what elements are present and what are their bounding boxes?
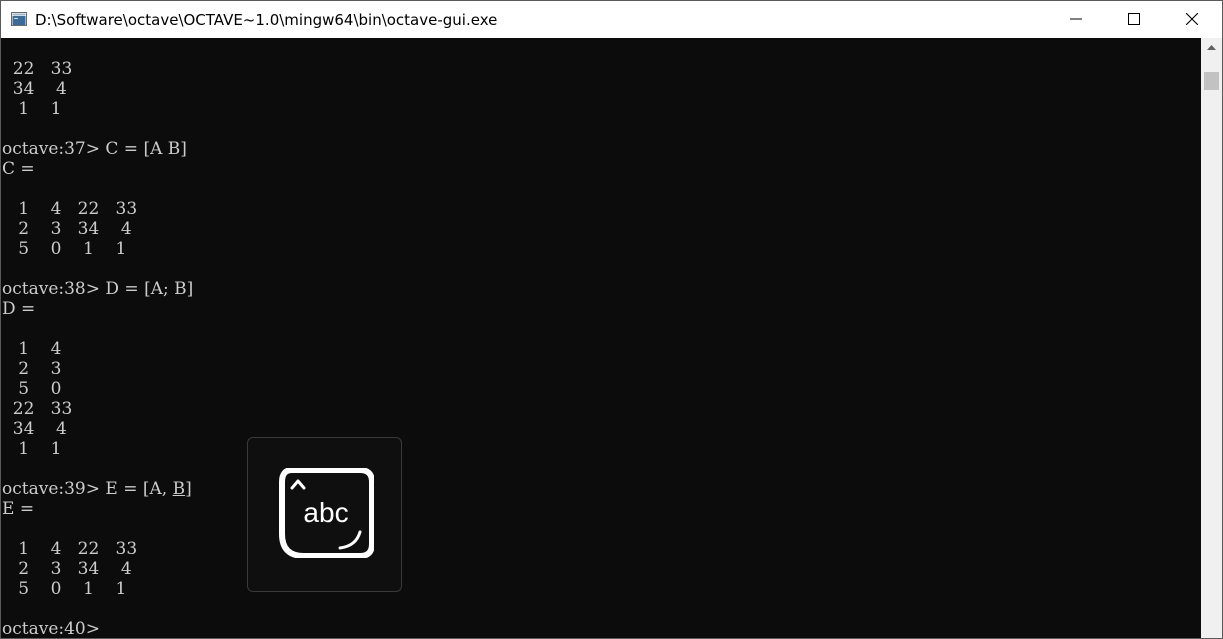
console-line: 5 0: [2, 379, 62, 399]
vertical-scrollbar[interactable]: [1201, 38, 1222, 638]
scroll-up-arrow-icon[interactable]: [1201, 38, 1222, 55]
scroll-thumb[interactable]: [1204, 72, 1219, 90]
console-line: 2 3 34 4: [2, 219, 132, 239]
console-line: 2 3 34 4: [2, 559, 132, 579]
console-line: 22 33: [2, 399, 73, 419]
console-line: 1 4: [2, 339, 62, 359]
console-line: E =: [2, 499, 35, 519]
console-line: 1 1: [2, 439, 62, 459]
console-line: 1 4 22 33: [2, 539, 138, 559]
minimize-icon: [1070, 11, 1082, 29]
console-line: 5 0 1 1: [2, 579, 127, 599]
console-output[interactable]: 22 33 34 4 1 1 octave:37> C = [A B] C = 1 …: [1, 38, 1201, 638]
console-line: 5 0 1 1: [2, 239, 127, 259]
console-text: 22 33 34 4 1 1 octave:37> C = [A B] C = 1 …: [2, 59, 193, 638]
octave-console-window: D:\Software\octave\OCTAVE~1.0\mingw64\bi…: [0, 0, 1223, 639]
console-line: octave:37> C = [A B]: [2, 139, 187, 159]
console-line: C =: [2, 159, 35, 179]
maximize-button[interactable]: [1105, 1, 1163, 38]
minimize-button[interactable]: [1047, 1, 1105, 38]
close-button[interactable]: [1163, 1, 1221, 38]
console-line: 1 1: [2, 99, 62, 119]
console-line: octave:40>: [2, 619, 100, 638]
console-line: D =: [2, 299, 36, 319]
title-bar[interactable]: D:\Software\octave\OCTAVE~1.0\mingw64\bi…: [1, 1, 1222, 38]
text-cursor: B: [172, 479, 186, 499]
window-title: D:\Software\octave\OCTAVE~1.0\mingw64\bi…: [35, 11, 498, 29]
console-line: octave:39> E = [A, B]: [2, 479, 192, 499]
console-line: 34 4: [2, 419, 67, 439]
ime-mode-popup: abc: [247, 437, 402, 592]
console-line: 22 33: [2, 59, 73, 79]
console-line: 1 4 22 33: [2, 199, 138, 219]
close-icon: [1185, 11, 1199, 29]
ime-mode-label: abc: [303, 497, 349, 528]
console-window-icon: [11, 12, 27, 26]
console-line: 34 4: [2, 79, 67, 99]
console-line: 2 3: [2, 359, 62, 379]
maximize-icon: [1128, 11, 1140, 29]
ime-abc-icon: abc: [278, 467, 375, 559]
console-line: octave:38> D = [A; B]: [2, 279, 194, 299]
